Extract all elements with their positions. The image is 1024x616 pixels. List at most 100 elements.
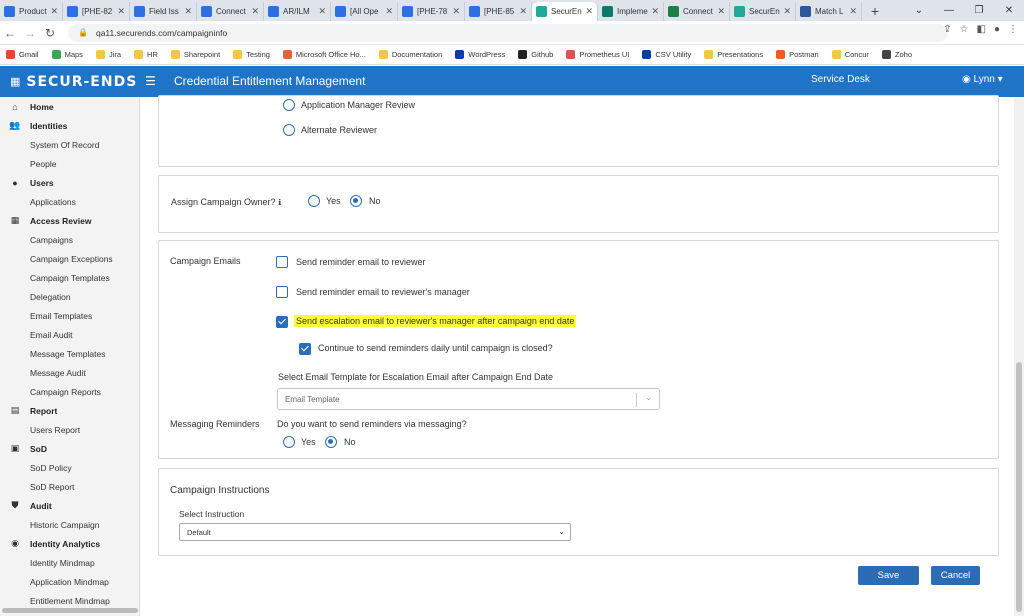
tab-close-icon[interactable]: ✕ bbox=[251, 6, 259, 17]
sidebar-item-system-of-record[interactable]: System Of Record bbox=[0, 135, 139, 154]
sidebar-item-people[interactable]: People bbox=[0, 154, 139, 173]
reminder-manager-checkbox[interactable] bbox=[276, 286, 288, 298]
bookmark-item[interactable]: Gmail bbox=[6, 50, 39, 59]
restore-icon[interactable]: ❐ bbox=[964, 0, 994, 21]
sidepanel-icon[interactable]: ◧ bbox=[977, 24, 986, 35]
sidebar-item-identities[interactable]: 👥 Identities bbox=[0, 116, 139, 135]
sidebar-item-users[interactable]: ● Users bbox=[0, 173, 139, 192]
sidebar-item-campaign-exceptions[interactable]: Campaign Exceptions bbox=[0, 249, 139, 268]
email-template-select[interactable]: Email Template ⌄ bbox=[277, 388, 660, 410]
bookmark-item[interactable]: Prometheus UI bbox=[566, 50, 629, 59]
tab-close-icon[interactable]: ✕ bbox=[385, 6, 393, 17]
bookmark-item[interactable]: Concur bbox=[831, 50, 869, 59]
forward-icon[interactable]: → bbox=[20, 26, 40, 40]
bookmark-item[interactable]: Testing bbox=[233, 50, 270, 59]
sidebar-item-applications[interactable]: Applications bbox=[0, 192, 139, 211]
bookmark-item[interactable]: Zoho bbox=[881, 50, 912, 59]
sidebar-item-entitlement-mindmap[interactable]: Entitlement Mindmap bbox=[0, 591, 139, 610]
scrollbar-thumb[interactable] bbox=[1016, 362, 1022, 612]
sidebar-item-email-audit[interactable]: Email Audit bbox=[0, 325, 139, 344]
sidebar-item-home[interactable]: ⌂ Home bbox=[0, 97, 139, 116]
bookmark-item[interactable]: Presentations bbox=[704, 50, 763, 59]
tab-close-icon[interactable]: ✕ bbox=[117, 6, 125, 17]
close-window-icon[interactable]: ✕ bbox=[994, 0, 1024, 21]
bookmark-item[interactable]: Microsoft Office Ho... bbox=[282, 50, 366, 59]
share-icon[interactable]: ⇪ bbox=[943, 24, 951, 35]
save-button[interactable]: Save bbox=[858, 566, 919, 585]
owner-no-radio[interactable] bbox=[350, 195, 362, 207]
tab-close-icon[interactable]: ✕ bbox=[849, 6, 857, 17]
bookmark-item[interactable]: Postman bbox=[776, 50, 819, 59]
minimize-icon[interactable]: — bbox=[934, 0, 964, 21]
sidebar-item-sod-policy[interactable]: SoD Policy bbox=[0, 458, 139, 477]
browser-tab[interactable]: Product ✕ bbox=[0, 2, 63, 21]
browser-tab[interactable]: Field Iss ✕ bbox=[130, 2, 197, 21]
tab-close-icon[interactable]: ✕ bbox=[651, 6, 659, 17]
bookmark-item[interactable]: Sharepoint bbox=[170, 50, 220, 59]
tab-search-icon[interactable]: ⌄ bbox=[904, 0, 934, 21]
browser-tab[interactable]: Match L ✕ bbox=[796, 2, 862, 21]
sidebar-item-sod[interactable]: ▣ SoD bbox=[0, 439, 139, 458]
sidebar-item-message-templates[interactable]: Message Templates bbox=[0, 344, 139, 363]
menu-icon[interactable]: ⋮ bbox=[1008, 24, 1018, 35]
apps-grid-icon[interactable]: ▦ bbox=[10, 75, 20, 88]
owner-yes-radio[interactable] bbox=[308, 195, 320, 207]
tab-close-icon[interactable]: ✕ bbox=[50, 6, 58, 17]
browser-tab[interactable]: [PHE-85 ✕ bbox=[465, 2, 532, 21]
new-tab-icon[interactable]: + bbox=[862, 2, 888, 21]
back-icon[interactable]: ← bbox=[0, 26, 20, 40]
browser-tab[interactable]: [PHE-78 ✕ bbox=[398, 2, 465, 21]
cancel-button[interactable]: Cancel bbox=[931, 566, 980, 585]
sidebar-item-users-report[interactable]: Users Report bbox=[0, 420, 139, 439]
bookmark-item[interactable]: Jira bbox=[95, 50, 121, 59]
star-icon[interactable]: ☆ bbox=[960, 24, 969, 35]
browser-tab[interactable]: Connect ✕ bbox=[197, 2, 264, 21]
tab-close-icon[interactable]: ✕ bbox=[318, 6, 326, 17]
instruction-select[interactable]: Default ⌄ bbox=[179, 523, 571, 541]
sidebar-item-report[interactable]: ▤ Report bbox=[0, 401, 139, 420]
app-manager-radio[interactable] bbox=[283, 99, 295, 111]
messaging-no-radio[interactable] bbox=[325, 436, 337, 448]
bookmark-item[interactable]: WordPress bbox=[455, 50, 505, 59]
bookmark-item[interactable]: Github bbox=[518, 50, 553, 59]
sidebar-item-access-review[interactable]: ▦ Access Review bbox=[0, 211, 139, 230]
browser-tab[interactable]: [All Ope ✕ bbox=[331, 2, 398, 21]
tab-close-icon[interactable]: ✕ bbox=[717, 6, 725, 17]
tab-close-icon[interactable]: ✕ bbox=[519, 6, 527, 17]
tab-close-icon[interactable]: ✕ bbox=[585, 6, 593, 17]
service-desk-link[interactable]: Service Desk bbox=[811, 74, 870, 85]
sidebar-item-campaign-reports[interactable]: Campaign Reports bbox=[0, 382, 139, 401]
browser-tab[interactable]: [PHE-82 ✕ bbox=[63, 2, 130, 21]
user-menu[interactable]: ◉ Lynn ▾ bbox=[962, 74, 1003, 85]
info-icon[interactable]: ℹ bbox=[278, 198, 281, 207]
sidebar-item-sod-report[interactable]: SoD Report bbox=[0, 477, 139, 496]
sidebar-item-identity-analytics[interactable]: ◉ Identity Analytics bbox=[0, 534, 139, 553]
escalation-checkbox[interactable] bbox=[276, 316, 288, 328]
browser-tab[interactable]: Impleme ✕ bbox=[598, 2, 664, 21]
sidebar-item-audit[interactable]: ⛊ Audit bbox=[0, 496, 139, 515]
page-scrollbar[interactable] bbox=[1014, 97, 1024, 616]
reload-icon[interactable]: ↻ bbox=[40, 26, 60, 40]
url-field[interactable]: 🔒 qa11.securends.com/campaigninfo bbox=[68, 23, 948, 42]
browser-tab[interactable]: SecurEn ✕ bbox=[532, 2, 598, 21]
bookmark-item[interactable]: CSV Utility bbox=[642, 50, 691, 59]
sidebar-item-delegation[interactable]: Delegation bbox=[0, 287, 139, 306]
alternate-reviewer-radio[interactable] bbox=[283, 124, 295, 136]
bookmark-item[interactable]: HR bbox=[134, 50, 158, 59]
messaging-yes-radio[interactable] bbox=[283, 436, 295, 448]
reminder-reviewer-checkbox[interactable] bbox=[276, 256, 288, 268]
sidebar-item-application-mindmap[interactable]: Application Mindmap bbox=[0, 572, 139, 591]
sidebar-item-identity-mindmap[interactable]: Identity Mindmap bbox=[0, 553, 139, 572]
bookmark-item[interactable]: Maps bbox=[51, 50, 83, 59]
tab-close-icon[interactable]: ✕ bbox=[184, 6, 192, 17]
bookmark-item[interactable]: Documentation bbox=[378, 50, 442, 59]
sidebar-item-campaigns[interactable]: Campaigns bbox=[0, 230, 139, 249]
browser-tab[interactable]: AR/ILM ✕ bbox=[264, 2, 331, 21]
continue-daily-checkbox[interactable] bbox=[299, 343, 311, 355]
browser-tab[interactable]: Connect ✕ bbox=[664, 2, 730, 21]
tab-close-icon[interactable]: ✕ bbox=[783, 6, 791, 17]
sidebar-item-email-templates[interactable]: Email Templates bbox=[0, 306, 139, 325]
sidebar-item-historic-campaign[interactable]: Historic Campaign bbox=[0, 515, 139, 534]
hamburger-icon[interactable]: ☰ bbox=[145, 74, 156, 88]
tab-close-icon[interactable]: ✕ bbox=[452, 6, 460, 17]
